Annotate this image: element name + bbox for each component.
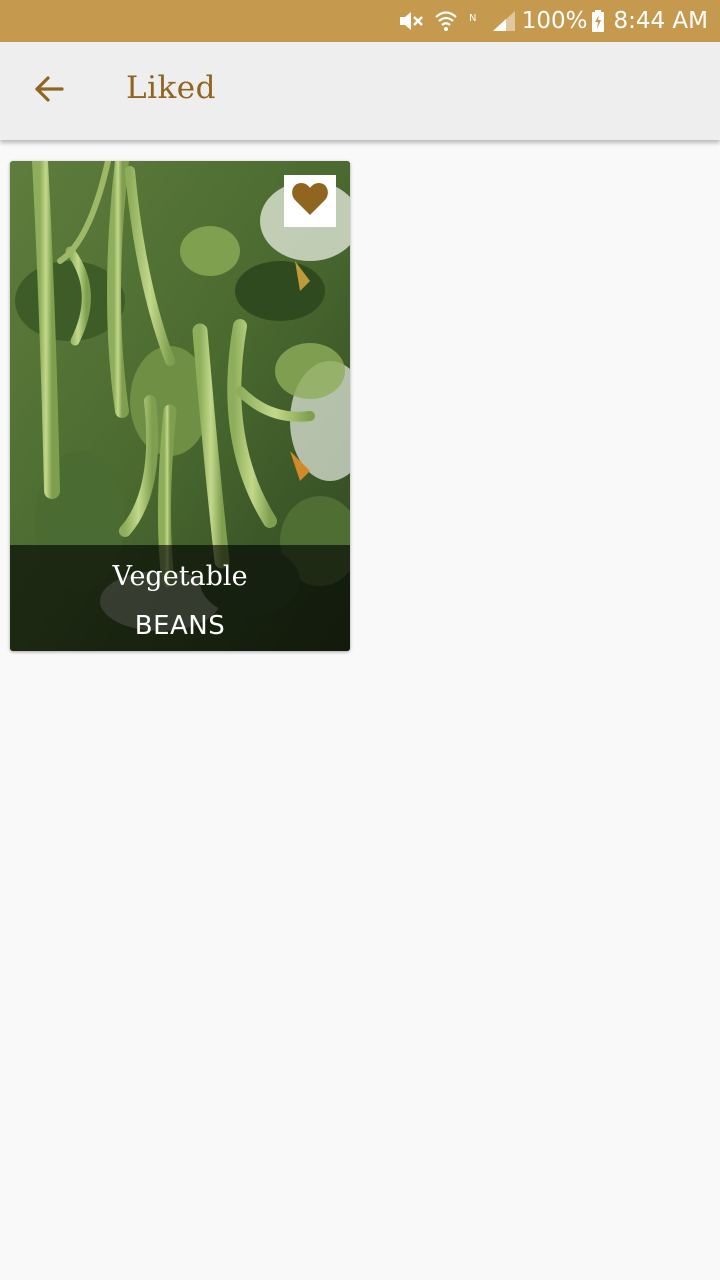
signal-icon [492,10,516,32]
battery-charging-icon [591,9,605,33]
back-button[interactable] [22,68,76,114]
card-caption: Vegetable BEANS [10,545,350,651]
liked-item-card[interactable]: Vegetable BEANS [10,161,350,651]
page-title: Liked [126,70,216,106]
status-bar: N 100% 8:44 AM [0,0,720,42]
clock: 8:44 AM [613,8,708,34]
svg-text:N: N [469,13,476,24]
app-bar: Liked [0,42,720,140]
arrow-left-icon [33,73,65,109]
battery-percentage: 100% [521,8,588,34]
wifi-icon [434,9,458,33]
mute-icon [398,9,424,33]
item-category: Vegetable [112,561,248,592]
no-sim-icon: N [468,10,482,32]
item-name: BEANS [134,611,226,641]
like-button[interactable] [284,175,336,227]
heart-icon [291,182,329,220]
